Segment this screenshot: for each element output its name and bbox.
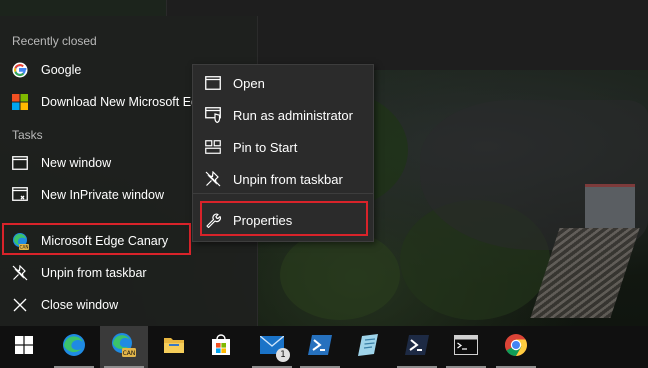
start-button[interactable] <box>0 326 48 368</box>
context-menu-run-as-administrator[interactable]: Run as administrator <box>193 99 373 131</box>
edge-canary-icon: CAN <box>111 332 137 363</box>
chrome-icon <box>504 333 528 362</box>
taskbar-chrome[interactable] <box>492 326 540 368</box>
powershell-icon <box>308 334 332 360</box>
background-window <box>0 0 166 16</box>
context-menu-separator <box>193 193 373 194</box>
taskbar-notepad[interactable] <box>344 326 392 368</box>
jump-list-item-label: New InPrivate window <box>41 188 164 202</box>
jump-list-item-label: Unpin from taskbar <box>41 266 147 280</box>
edge-icon <box>62 333 86 362</box>
taskbar-file-explorer[interactable] <box>150 326 198 368</box>
window-icon <box>11 154 29 172</box>
pin-start-icon <box>204 138 222 156</box>
taskbar-mail[interactable]: 1 <box>248 326 296 368</box>
taskbar-store[interactable] <box>197 326 245 368</box>
unpin-icon <box>204 170 222 188</box>
window-icon <box>204 74 222 92</box>
jump-list-item-label: Close window <box>41 298 119 312</box>
context-menu-label: Run as administrator <box>233 107 353 123</box>
powershell-icon <box>405 334 429 360</box>
start-icon <box>15 335 33 359</box>
wallpaper-foliage <box>280 230 400 320</box>
microsoft-icon <box>11 93 29 111</box>
close-icon <box>11 296 29 314</box>
context-menu-label: Open <box>233 75 265 91</box>
file-explorer-icon <box>163 335 185 360</box>
taskbar-powershell-admin[interactable] <box>393 326 441 368</box>
context-menu-label: Pin to Start <box>233 139 298 155</box>
highlight-box <box>2 223 191 255</box>
jump-list-unpin-from-taskbar[interactable]: Unpin from taskbar <box>0 257 258 289</box>
shield-icon <box>204 106 222 124</box>
store-icon <box>210 333 232 361</box>
jump-list-close-window[interactable]: Close window <box>0 289 258 321</box>
taskbar-terminal[interactable] <box>442 326 490 368</box>
jump-list-item-label: Download New Microsoft Edge <box>41 95 193 109</box>
jump-list-item-label: Google <box>41 63 82 77</box>
wallpaper-boat <box>585 184 635 228</box>
mail-badge: 1 <box>276 348 290 362</box>
terminal-icon <box>454 334 478 360</box>
taskbar-edge[interactable] <box>50 326 98 368</box>
unpin-icon <box>11 264 29 282</box>
recently-closed-header: Recently closed <box>12 34 97 48</box>
tasks-header: Tasks <box>12 128 43 142</box>
google-icon <box>11 61 29 79</box>
taskbar-powershell[interactable] <box>296 326 344 368</box>
notepad-icon <box>356 333 380 361</box>
context-menu-unpin-from-taskbar[interactable]: Unpin from taskbar <box>193 163 373 195</box>
taskbar: CAN 1 <box>0 326 648 368</box>
taskbar-edge-canary[interactable]: CAN <box>100 326 148 368</box>
context-menu-open[interactable]: Open <box>193 67 373 99</box>
inprivate-icon <box>11 186 29 204</box>
context-menu-label: Unpin from taskbar <box>233 171 343 187</box>
highlight-box <box>200 201 368 236</box>
jump-list-item-label: New window <box>41 156 112 170</box>
context-menu-pin-to-start[interactable]: Pin to Start <box>193 131 373 163</box>
edge-canary-badge: CAN <box>123 350 136 357</box>
